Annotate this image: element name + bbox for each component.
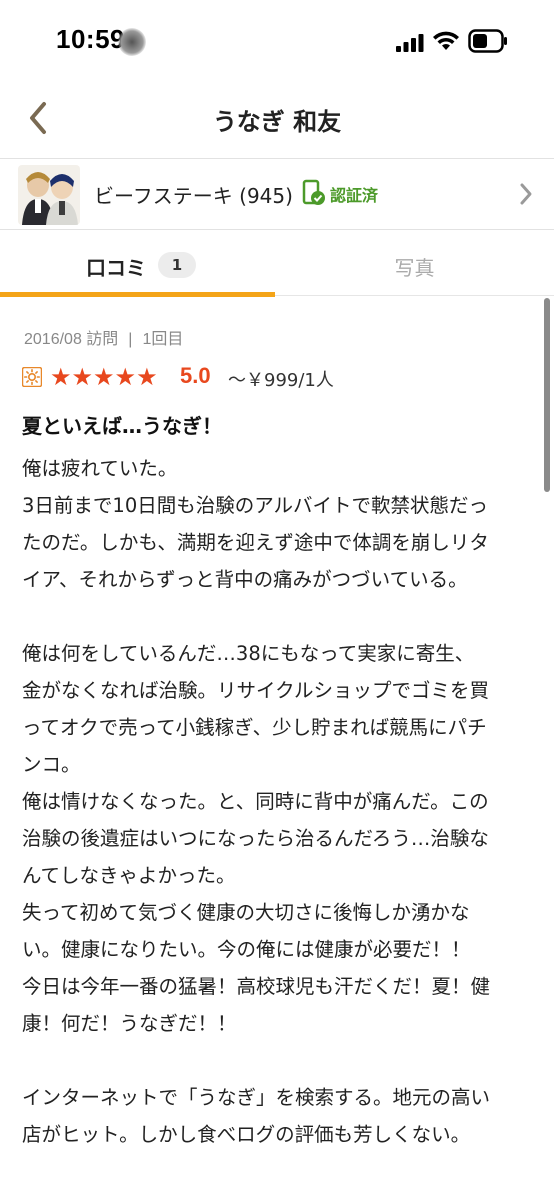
review-title: 夏といえば…うなぎ！ (22, 414, 222, 438)
review-body-line: ってオクで売って小銭稼ぎ、少し貯まれば競馬にパチ (22, 716, 487, 739)
tab-photos-label: 写真 (394, 256, 435, 280)
visit-meta: 2016/08 訪問 | 1回目 (24, 325, 183, 349)
nav-header: うなぎ 和友 (0, 84, 554, 156)
lunch-sun-icon (22, 367, 42, 387)
signal-icon (396, 34, 424, 52)
review-body-line: ンコ。 (22, 753, 81, 776)
status-bar: 10:59 (0, 0, 554, 84)
review-body-line: イア、それからずっと背中の痛みがつづいている。 (22, 568, 468, 591)
review-body-line (22, 1042, 532, 1079)
review-body-line: 俺は疲れていた。 (22, 457, 178, 480)
review-body: 俺は疲れていた。 3日前まで10日間も治験のアルバイトで軟禁状態だっ たのだ。しかも… (22, 450, 532, 1153)
tab-bar: 口コミ 1 写真 (0, 230, 554, 297)
review-body-line (22, 598, 532, 635)
review-body-line: 俺は情けなくなった。と、同時に背中が痛んだ。この (22, 790, 489, 813)
meta-separator: | (128, 331, 133, 348)
review-body-line: 俺は何をしているんだ…38にもなって実家に寄生、 (22, 642, 475, 665)
review-body-line: い。健康になりたい。今の俺には健康が必要だ！！ (22, 938, 471, 961)
tab-reviews[interactable]: 口コミ 1 (0, 230, 275, 297)
battery-icon (468, 29, 507, 53)
page-title: うなぎ 和友 (212, 108, 342, 136)
scrollbar[interactable] (544, 298, 550, 492)
wifi-icon (433, 31, 459, 50)
status-time: 10:59 (56, 24, 125, 54)
review-body-line: 3日前まで10日間も治験のアルバイトで軟禁状態だっ (22, 494, 489, 517)
chevron-right-icon (520, 183, 532, 205)
avatar (18, 165, 80, 225)
visit-count: 1回目 (142, 331, 184, 348)
verified-phone-icon (302, 179, 325, 205)
review-body-line: 今日は今年一番の猛暑！高校球児も汗だくだ！夏！健 (22, 975, 491, 998)
rating-row: ★★★★★ 5.0 ～￥999/1人 (22, 362, 522, 392)
star-rating: ★★★★★ (50, 363, 158, 391)
review-count-badge: 1 (158, 252, 196, 278)
price-range: ～￥999/1人 (228, 370, 334, 391)
review-body-line: 治験の後遺症はいつになったら治るんだろう…治験な (22, 827, 489, 850)
review-body-line: 金がなくなれば治験。リサイクルショップでゴミを買 (22, 679, 490, 702)
review-body-line: 康！何だ！うなぎだ！！ (22, 1012, 237, 1035)
active-tab-indicator (0, 292, 275, 297)
review-body-line: たのだ。しかも、満期を迎えず途中で体調を崩しリタ (22, 531, 489, 554)
visit-date: 2016/08 訪問 (24, 331, 119, 348)
tab-photos[interactable]: 写真 (275, 230, 554, 296)
reviewer-name: ビーフステーキ (945) (94, 184, 293, 208)
review-body-line: んてしなきゃよかった。 (22, 864, 236, 887)
status-blur (118, 28, 146, 56)
review-body-line: 失って初めて気づく健康の大切さに後悔しか湧かな (22, 901, 470, 924)
tab-reviews-label: 口コミ (86, 256, 146, 280)
review-body-line: 店がヒット。しかし食べログの評価も芳しくない。 (22, 1123, 471, 1146)
reviewer-profile-row[interactable]: ビーフステーキ (945) 認証済 (0, 158, 554, 230)
verified-label: 認証済 (330, 186, 379, 205)
rating-value: 5.0 (180, 363, 211, 388)
review-body-line: インターネットで「うなぎ」を検索する。地元の高い (22, 1086, 491, 1109)
